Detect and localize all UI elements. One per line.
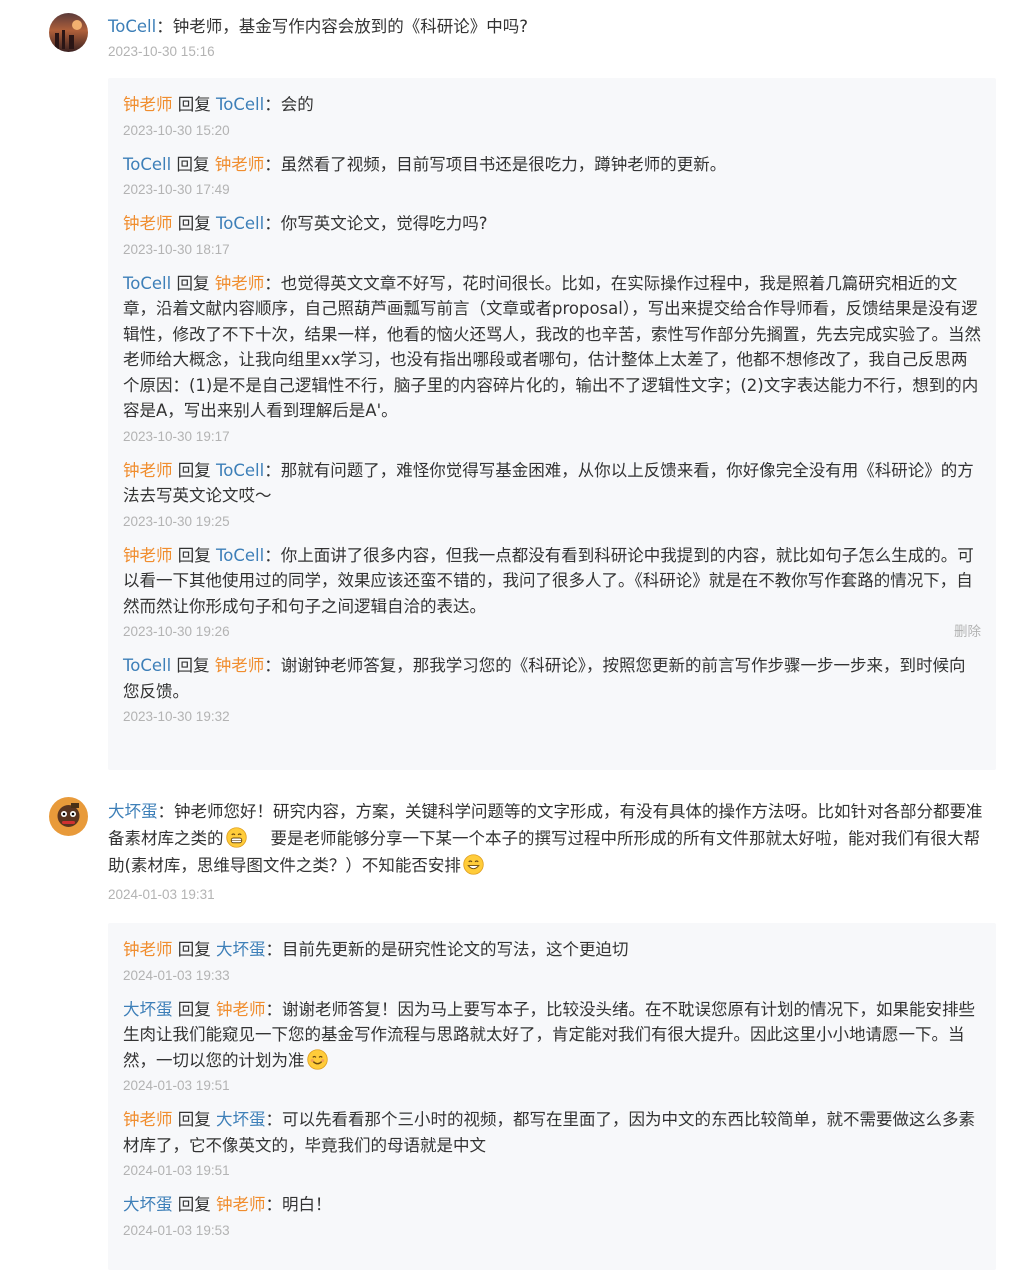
comment-author[interactable]: ToCell	[108, 17, 156, 36]
comment-author[interactable]: 大坏蛋	[108, 802, 158, 821]
blush-emoji-icon	[306, 1048, 328, 1070]
reply-to[interactable]: 大坏蛋	[216, 940, 266, 959]
avatar-tocell[interactable]	[49, 13, 88, 52]
comment-time: 2024-01-03 19:31	[108, 887, 215, 902]
reply-list-1: 钟老师 回复 ToCell：会的 2023-10-30 15:20 ToCell…	[108, 78, 996, 770]
avatar-tocell-image	[49, 13, 88, 52]
reply-item: 大坏蛋 回复 钟老师：明白！ 2024-01-03 19:53	[123, 1192, 981, 1241]
reply-to[interactable]: 钟老师	[215, 656, 265, 675]
grinning-emoji-icon	[225, 827, 247, 848]
reply-to[interactable]: ToCell	[216, 214, 264, 233]
reply-text: 会的	[280, 95, 314, 114]
reply-text: 虽然看了视频，目前写项目书还是很吃力，蹲钟老师的更新。	[280, 154, 727, 174]
avatar-dahuaidan[interactable]	[49, 797, 88, 836]
reply-item: 钟老师 回复 ToCell：那就有问题了，难怪你觉得写基金困难，从你以上反馈来看…	[123, 458, 981, 532]
comment-time: 2023-10-30 15:16	[108, 44, 215, 59]
reply-to[interactable]: ToCell	[216, 461, 264, 480]
reply-time: 2023-10-30 15:20	[123, 122, 230, 138]
reply-time: 2023-10-30 18:17	[123, 241, 230, 257]
reply-from[interactable]: 钟老师	[123, 1110, 173, 1129]
reply-from[interactable]: 钟老师	[123, 546, 173, 565]
reply-text: 你写英文论文，觉得吃力吗?	[280, 214, 488, 233]
reply-time: 2024-01-03 19:51	[123, 1163, 230, 1178]
reply-text: 目前先更新的是研究性论文的写法，这个更迫切	[282, 940, 629, 959]
reply-from[interactable]: 大坏蛋	[123, 1195, 173, 1214]
reply-item: ToCell 回复 钟老师：谢谢钟老师答复，那我学习您的《科研论》，按照您更新的…	[123, 653, 981, 727]
reply-to[interactable]: 钟老师	[216, 1000, 266, 1019]
reply-item: ToCell 回复 钟老师：虽然看了视频，目前写项目书还是很吃力，蹲钟老师的更新…	[123, 152, 981, 201]
delete-button[interactable]: 删除	[954, 622, 981, 642]
reply-from[interactable]: ToCell	[123, 274, 171, 293]
comment-main-2: 大坏蛋：钟老师您好！研究内容，方案，关键科学问题等的文字形成，有没有具体的操作方…	[108, 798, 994, 905]
comment-text: 钟老师，基金写作内容会放到的《科研论》中吗?	[172, 17, 528, 36]
reply-from[interactable]: 钟老师	[123, 461, 173, 480]
reply-item: ToCell 回复 钟老师：也觉得英文文章不好写，花时间很长。比如，在实际操作过…	[123, 271, 981, 447]
reply-from[interactable]: ToCell	[123, 656, 171, 675]
reply-list-2: 钟老师 回复 大坏蛋：目前先更新的是研究性论文的写法，这个更迫切 2024-01…	[108, 923, 996, 1270]
reply-item: 钟老师 回复 ToCell：你上面讲了很多内容，但我一点都没有看到科研论中我提到…	[123, 545, 981, 642]
reply-item: 大坏蛋 回复 钟老师：谢谢老师答复！因为马上要写本子，比较没头绪。在不耽误您原有…	[123, 997, 981, 1097]
smile-emoji-icon	[463, 854, 484, 875]
reply-time: 2023-10-30 19:32	[123, 709, 230, 724]
reply-from[interactable]: 钟老师	[123, 940, 173, 959]
reply-from[interactable]: ToCell	[123, 155, 171, 174]
reply-time: 2023-10-30 17:49	[123, 182, 230, 197]
reply-item: 钟老师 回复 大坏蛋：可以先看看那个三小时的视频，都写在里面了，因为中文的东西比…	[123, 1107, 981, 1181]
reply-to[interactable]: 大坏蛋	[216, 1110, 266, 1129]
reply-to[interactable]: 钟老师	[215, 274, 265, 293]
reply-from[interactable]: 大坏蛋	[123, 1000, 173, 1019]
reply-time: 2023-10-30 19:25	[123, 513, 230, 529]
reply-to[interactable]: ToCell	[216, 95, 264, 114]
reply-item: 钟老师 回复 ToCell：会的 2023-10-30 15:20	[123, 92, 981, 141]
reply-item: 钟老师 回复 大坏蛋：目前先更新的是研究性论文的写法，这个更迫切 2024-01…	[123, 937, 981, 986]
reply-time: 2024-01-03 19:51	[123, 1078, 230, 1093]
reply-from[interactable]: 钟老师	[123, 214, 173, 233]
reply-time: 2024-01-03 19:33	[123, 967, 230, 983]
reply-time: 2023-10-30 19:26	[123, 624, 230, 639]
reply-time: 2024-01-03 19:53	[123, 1222, 230, 1238]
reply-to[interactable]: 钟老师	[216, 1195, 266, 1214]
reply-to[interactable]: 钟老师	[215, 155, 265, 174]
reply-item: 钟老师 回复 ToCell：你写英文论文，觉得吃力吗? 2023-10-30 1…	[123, 211, 981, 260]
reply-from[interactable]: 钟老师	[123, 95, 173, 114]
reply-to[interactable]: ToCell	[216, 546, 264, 565]
reply-text: 明白！	[282, 1195, 332, 1214]
avatar-dahuaidan-image	[49, 797, 88, 836]
reply-text: 也觉得英文文章不好写，花时间很长。比如，在实际操作过程中，我是照着几篇研究相近的…	[123, 273, 981, 421]
reply-time: 2023-10-30 19:17	[123, 428, 230, 444]
comment-main-1: ToCell：钟老师，基金写作内容会放到的《科研论》中吗? 2023-10-30…	[108, 14, 994, 62]
